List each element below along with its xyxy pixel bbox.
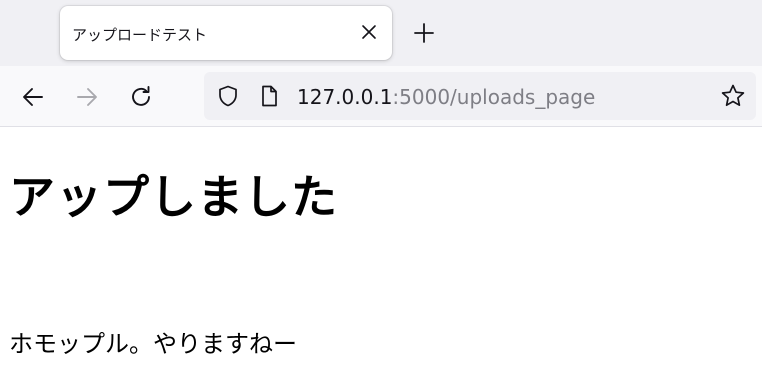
tab-strip: アップロードテスト bbox=[0, 0, 762, 66]
navigation-toolbar: 127.0.0.1:5000/uploads_page bbox=[0, 66, 762, 127]
url-path: :5000/uploads_page bbox=[392, 85, 596, 109]
page-icon[interactable] bbox=[257, 84, 281, 108]
back-arrow-icon[interactable] bbox=[20, 84, 46, 110]
active-tab[interactable]: アップロードテスト bbox=[60, 6, 392, 60]
reload-icon[interactable] bbox=[128, 84, 154, 110]
new-tab-plus-icon[interactable] bbox=[412, 21, 436, 45]
shield-icon[interactable] bbox=[216, 84, 240, 108]
url-text[interactable]: 127.0.0.1:5000/uploads_page bbox=[297, 85, 595, 109]
address-bar[interactable]: 127.0.0.1:5000/uploads_page bbox=[204, 72, 756, 120]
forward-arrow-icon[interactable] bbox=[74, 84, 100, 110]
url-host: 127.0.0.1 bbox=[297, 85, 393, 109]
page-paragraph: ホモップル。やりますねー bbox=[9, 330, 297, 358]
page-content: アップしました ホモップル。やりますねー bbox=[0, 127, 762, 370]
tab-title: アップロードテスト bbox=[72, 26, 208, 44]
bookmark-star-icon[interactable] bbox=[720, 83, 746, 109]
close-icon[interactable] bbox=[360, 23, 378, 41]
page-heading: アップしました bbox=[9, 170, 338, 224]
